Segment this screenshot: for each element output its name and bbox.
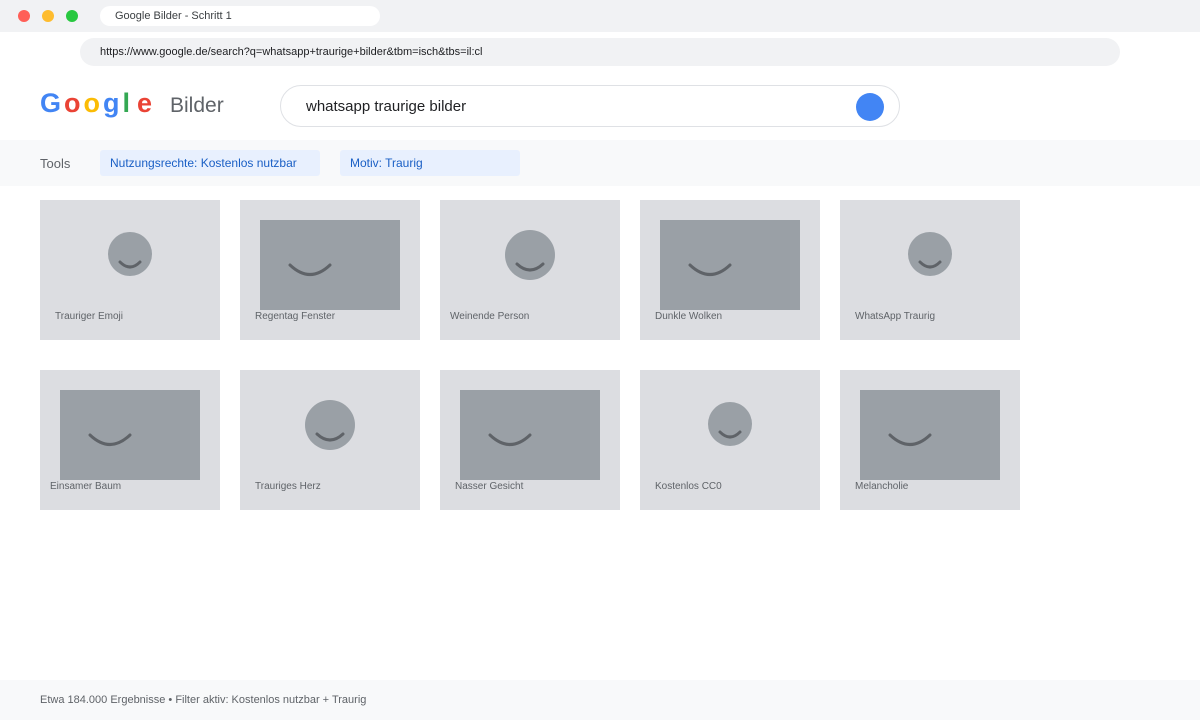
tools-bar: Tools Nutzungsrechte: Kostenlos nutzbar … [0,140,1200,186]
filter-chip-motif[interactable]: Motiv: Traurig [340,150,520,176]
product-name: Bilder [170,94,224,117]
image-result[interactable]: Einsamer Baum [40,370,220,510]
image-result[interactable]: Regentag Fenster [240,200,420,340]
search-input[interactable]: whatsapp traurige bilder [306,86,466,128]
search-box[interactable]: whatsapp traurige bilder [280,85,900,127]
image-result[interactable]: Dunkle Wolken [640,200,820,340]
image-result[interactable]: Weinende Person [440,200,620,340]
tools-label[interactable]: Tools [40,156,70,171]
image-caption: Nasser Gesicht [455,481,524,492]
image-result[interactable]: Trauriger Emoji [40,200,220,340]
image-result[interactable]: Trauriges Herz [240,370,420,510]
image-result[interactable]: Kostenlos CC0 [640,370,820,510]
search-button[interactable] [856,93,884,121]
window-titlebar: Google Bilder - Schritt 1 [0,0,1200,32]
image-caption: Weinende Person [450,311,530,322]
image-caption: Kostenlos CC0 [655,481,722,492]
result-stats: Etwa 184.000 Ergebnisse • Filter aktiv: … [40,694,367,706]
minimize-window-button[interactable] [42,10,54,22]
logo-letter: o [64,88,82,118]
image-caption: Melancholie [855,481,909,492]
image-caption: Dunkle Wolken [655,311,723,322]
address-bar[interactable]: https://www.google.de/search?q=whatsapp+… [80,38,1120,66]
filter-chip-usage-rights[interactable]: Nutzungsrechte: Kostenlos nutzbar [100,150,320,176]
image-caption: WhatsApp Traurig [855,311,936,322]
image-caption: Regentag Fenster [255,311,336,322]
image-caption: Trauriges Herz [255,481,321,492]
image-result[interactable]: Nasser Gesicht [440,370,620,510]
image-result[interactable]: Melancholie [840,370,1020,510]
logo-letter: o [83,88,102,118]
image-caption: Trauriger Emoji [55,311,123,322]
logo-letter: G [40,88,63,118]
close-window-button[interactable] [18,10,30,22]
google-logo[interactable]: Googl e [40,88,155,128]
browser-tab[interactable]: Google Bilder - Schritt 1 [100,6,380,26]
footer-bar: Etwa 184.000 Ergebnisse • Filter aktiv: … [0,680,1200,720]
logo-letter: l [122,88,132,118]
image-result[interactable]: WhatsApp Traurig [840,200,1020,340]
logo-letter: g [103,88,121,118]
image-caption: Einsamer Baum [50,481,122,492]
maximize-window-button[interactable] [66,10,78,22]
logo-letter: e [137,88,154,118]
